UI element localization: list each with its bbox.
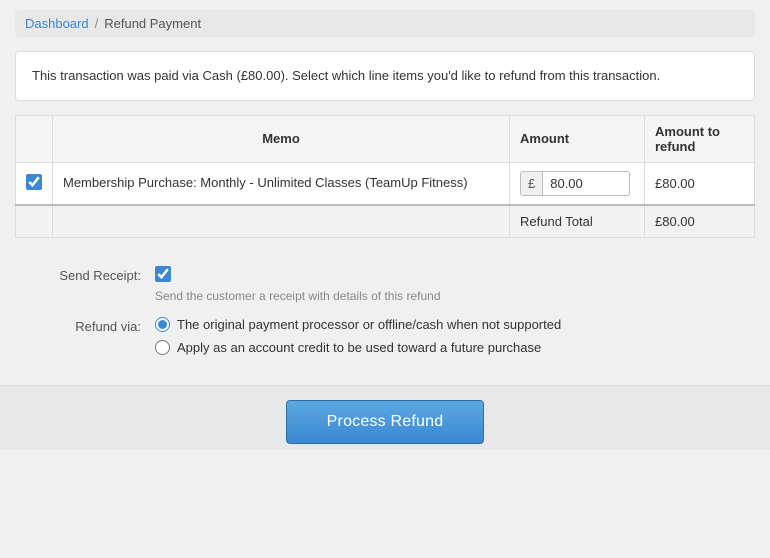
total-value: £80.00 [645,205,755,238]
table-row: Membership Purchase: Monthly - Unlimited… [16,162,755,205]
refund-table: Memo Amount Amount to refund Membership … [15,115,755,238]
refund-via-row: Refund via: The original payment process… [35,317,735,355]
row-checkbox[interactable] [26,174,42,190]
table-header-amount-to-refund: Amount to refund [645,115,755,162]
row-memo-cell: Membership Purchase: Monthly - Unlimited… [53,162,510,205]
table-header-memo: Memo [53,115,510,162]
amount-input[interactable] [543,172,613,195]
row-refund-amount: £80.00 [645,162,755,205]
total-label: Refund Total [510,205,645,238]
table-header-checkbox [16,115,53,162]
refund-via-original-label[interactable]: The original payment processor or offlin… [155,317,735,332]
breadcrumb-separator: / [95,16,99,31]
send-receipt-checkbox[interactable] [155,266,171,282]
table-header-amount: Amount [510,115,645,162]
refund-via-content: The original payment processor or offlin… [155,317,735,355]
refund-via-label: Refund via: [35,317,155,334]
send-receipt-label: Send Receipt: [35,266,155,283]
process-refund-button[interactable]: Process Refund [286,400,485,444]
send-receipt-content: Send the customer a receipt with details… [155,266,735,303]
row-checkbox-cell [16,162,53,205]
row-amount-cell: £ [510,162,645,205]
total-empty-memo [53,205,510,238]
breadcrumb: Dashboard / Refund Payment [15,10,755,37]
total-row: Refund Total £80.00 [16,205,755,238]
radio-group: The original payment processor or offlin… [155,317,735,355]
send-receipt-row: Send Receipt: Send the customer a receip… [35,266,735,303]
refund-via-credit-text: Apply as an account credit to be used to… [177,340,541,355]
total-empty-check [16,205,53,238]
row-memo-text: Membership Purchase: Monthly - Unlimited… [63,175,468,190]
breadcrumb-current-page: Refund Payment [104,16,201,31]
info-message: This transaction was paid via Cash (£80.… [15,51,755,101]
button-area: Process Refund [0,385,770,450]
breadcrumb-dashboard-link[interactable]: Dashboard [25,16,89,31]
refund-via-credit-label[interactable]: Apply as an account credit to be used to… [155,340,735,355]
amount-input-wrapper: £ [520,171,630,196]
currency-prefix: £ [521,172,543,195]
form-section: Send Receipt: Send the customer a receip… [15,256,755,385]
refund-via-original-text: The original payment processor or offlin… [177,317,561,332]
refund-via-credit-radio[interactable] [155,340,170,355]
receipt-hint: Send the customer a receipt with details… [155,289,735,303]
refund-via-original-radio[interactable] [155,317,170,332]
